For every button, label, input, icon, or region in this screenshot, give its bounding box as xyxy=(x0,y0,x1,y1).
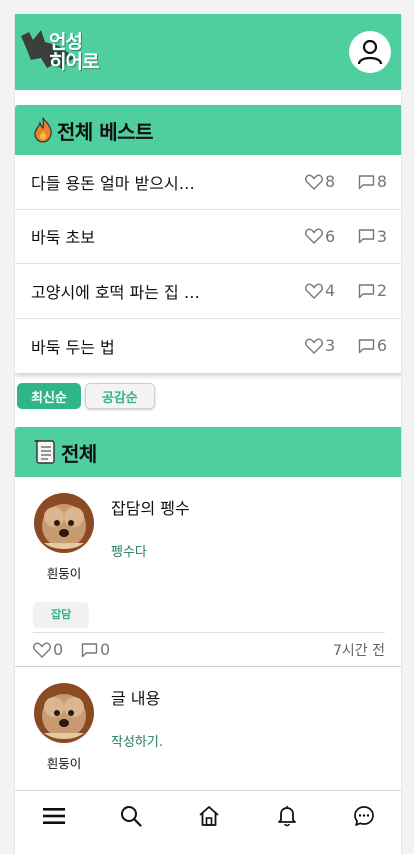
all-section: 전체 흰둥이 잡담의 펭수 펭수다 잡담 0 0 7시간 전 흰둥이 글 내용 … xyxy=(15,427,401,827)
all-section-header: 전체 xyxy=(15,427,401,477)
comment-count[interactable]: 0 xyxy=(81,640,129,659)
like-count: 3 xyxy=(305,336,351,355)
comment-icon xyxy=(358,175,375,189)
comment-count: 6 xyxy=(355,336,387,355)
best-item[interactable]: 바둑 두는 법 3 6 xyxy=(15,319,401,374)
app-frame: 언성 히어로 전체 베스트 다들 용돈 얼마 받으시… 8 8 바둑 초보 6 … xyxy=(14,14,402,854)
menu-icon xyxy=(42,807,65,824)
post-main: 흰둥이 글 내용 작성하기. xyxy=(33,683,385,772)
like-count-value: 4 xyxy=(325,281,336,301)
post-main: 흰둥이 잡담의 펭수 펭수다 xyxy=(33,493,385,582)
nav-home-button[interactable] xyxy=(189,796,229,836)
comment-count-value: 0 xyxy=(100,640,111,659)
comment-icon xyxy=(358,339,375,353)
all-section-title: 전체 xyxy=(61,441,97,466)
heart-icon xyxy=(33,642,51,658)
comment-count-value: 6 xyxy=(376,336,387,356)
comment-count: 8 xyxy=(355,172,387,191)
comment-icon xyxy=(358,229,375,244)
avatar[interactable] xyxy=(34,493,94,553)
nav-menu-button[interactable] xyxy=(34,796,74,836)
best-item-title: 바둑 두는 법 xyxy=(31,337,115,357)
nav-chat-button[interactable] xyxy=(344,796,384,836)
best-item-title: 바둑 초보 xyxy=(31,228,95,248)
post-time: 7시간 전 xyxy=(333,642,385,659)
comment-icon xyxy=(358,284,375,298)
best-item[interactable]: 바둑 초보 6 3 xyxy=(15,210,401,264)
post-title: 잡담의 펭수 xyxy=(111,499,190,518)
heart-icon xyxy=(305,228,323,245)
like-count: 8 xyxy=(305,172,351,191)
fire-icon xyxy=(34,117,52,143)
heart-icon xyxy=(305,174,323,190)
search-icon xyxy=(121,805,142,827)
post-excerpt: 펭수다 xyxy=(111,545,147,560)
app-header: 언성 히어로 xyxy=(15,14,401,90)
best-item-title: 다들 용돈 얼마 받으시… xyxy=(31,173,195,193)
sort-empathy-button[interactable]: 공감순 xyxy=(84,383,155,409)
like-count: 4 xyxy=(305,281,351,300)
like-count-value: 3 xyxy=(325,336,336,356)
author-name: 흰둥이 xyxy=(46,756,82,771)
home-icon xyxy=(199,805,219,826)
category-tag[interactable]: 잡담 xyxy=(33,602,90,628)
best-section: 전체 베스트 다들 용돈 얼마 받으시… 8 8 바둑 초보 6 3 고양시에 … xyxy=(15,105,401,374)
best-item[interactable]: 고양시에 호떡 파는 집 … 4 2 xyxy=(15,264,401,319)
best-item[interactable]: 다들 용돈 얼마 받으시… 8 8 xyxy=(15,155,401,210)
best-section-header: 전체 베스트 xyxy=(15,105,401,155)
post-card[interactable]: 흰둥이 글 내용 작성하기. xyxy=(15,667,401,772)
like-count-value: 6 xyxy=(325,226,336,246)
comment-count: 3 xyxy=(355,227,387,246)
logo-text: 언성 히어로 xyxy=(49,31,99,73)
nav-search-button[interactable] xyxy=(111,796,151,836)
heart-icon xyxy=(305,283,323,299)
post-body: 글 내용 작성하기. xyxy=(111,683,163,772)
post-author: 흰둥이 xyxy=(33,493,95,582)
post-excerpt: 작성하기. xyxy=(111,735,163,750)
nav-notification-button[interactable] xyxy=(267,796,307,836)
sort-tabs: 최신순 공감순 xyxy=(17,383,155,409)
app-logo[interactable]: 언성 히어로 xyxy=(19,26,109,76)
avatar[interactable] xyxy=(34,683,94,743)
comment-count-value: 8 xyxy=(376,172,387,192)
profile-button[interactable] xyxy=(349,31,391,73)
post-card[interactable]: 흰둥이 잡담의 펭수 펭수다 잡담 0 0 7시간 전 xyxy=(15,477,401,667)
best-item-title: 고양시에 호떡 파는 집 … xyxy=(31,282,200,302)
post-footer: 0 0 7시간 전 xyxy=(33,632,385,666)
like-count-value: 0 xyxy=(53,640,64,659)
comment-icon xyxy=(81,642,98,657)
post-author: 흰둥이 xyxy=(33,683,95,772)
heart-icon xyxy=(305,338,323,354)
logo-text-line1: 언성 xyxy=(49,31,83,53)
bottom-nav xyxy=(15,790,401,840)
best-section-title: 전체 베스트 xyxy=(57,119,153,144)
post-title: 글 내용 xyxy=(111,689,161,708)
user-icon xyxy=(357,39,383,65)
author-name: 흰둥이 xyxy=(46,566,82,581)
comment-count-value: 2 xyxy=(376,281,387,301)
bell-icon xyxy=(277,805,296,826)
like-count[interactable]: 0 xyxy=(33,640,81,659)
like-count: 6 xyxy=(305,227,351,246)
post-body: 잡담의 펭수 펭수다 xyxy=(111,493,190,582)
scroll-icon xyxy=(34,439,55,464)
logo-text-line2: 히어로 xyxy=(49,51,99,73)
chat-icon xyxy=(354,805,375,826)
comment-count: 2 xyxy=(355,281,387,300)
comment-count-value: 3 xyxy=(376,226,387,246)
like-count-value: 8 xyxy=(325,172,336,192)
sort-latest-button[interactable]: 최신순 xyxy=(17,383,81,409)
